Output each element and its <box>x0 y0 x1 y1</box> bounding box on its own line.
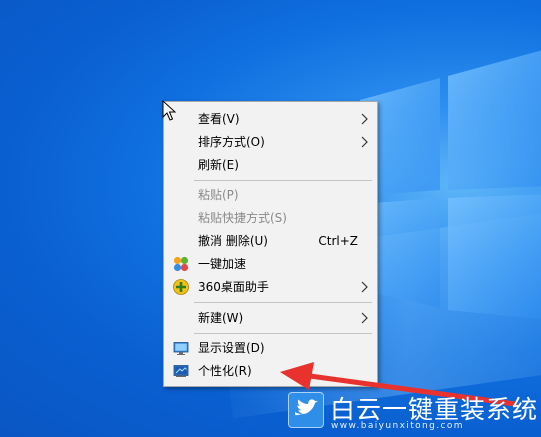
watermark: 白云一键重装系统 www.baiyunxitong.com <box>288 390 541 437</box>
annotation-arrow-icon <box>280 362 518 407</box>
bird-logo-icon <box>288 392 324 428</box>
watermark-url: www.baiyunxitong.com <box>331 421 464 431</box>
